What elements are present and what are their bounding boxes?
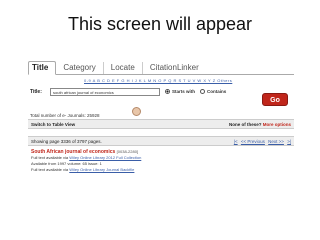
next-page-link[interactable]: Next >>	[268, 139, 284, 144]
wiley-full-collection-link[interactable]: Wiley Online Library 2012 Full Collectio…	[69, 155, 141, 160]
view-switch-bar: Switch to Table View None of these? More…	[28, 119, 294, 129]
first-page-link[interactable]: |<	[234, 139, 238, 144]
switch-table-view-link[interactable]: Switch to Table View	[31, 120, 75, 128]
cursor-hand-icon	[132, 107, 141, 116]
search-tabs: Title Category Locate CitationLinker	[28, 61, 294, 75]
tab-citationlinker[interactable]: CitationLinker	[143, 62, 206, 74]
paging-controls: |< << Previous Next >> >|	[232, 137, 291, 145]
last-page-link[interactable]: >|	[287, 139, 291, 144]
title-search-input[interactable]: south african journal of economics	[50, 87, 160, 96]
fulltext-prefix-1: Full text available via	[31, 155, 69, 160]
slide-heading: This screen will appear	[67, 14, 253, 34]
fulltext-prefix-2: Full text available via	[31, 167, 69, 172]
starts-with-radio[interactable]	[165, 89, 170, 94]
paging-status: Showing page 3336 of 3797 pages.	[31, 139, 102, 144]
starts-with-label: Starts with	[172, 89, 196, 94]
more-options-link[interactable]: More options	[263, 122, 291, 127]
alphabet-index[interactable]: 0-9 A B C D E F G H I J K L M N O P Q R …	[84, 78, 294, 83]
ejournal-panel: Title Category Locate CitationLinker 0-9…	[28, 61, 294, 233]
contains-label: Contains	[207, 89, 227, 94]
contains-radio[interactable]	[200, 89, 206, 94]
go-button[interactable]: Go	[262, 93, 288, 106]
wiley-backfile-link[interactable]: Wiley Online Library Journal Backfile	[69, 167, 134, 172]
more-options: None of these? More options	[229, 120, 291, 128]
result-item: South African journal of economics [0038…	[28, 149, 294, 173]
total-journals: Total number of e- Journals: 25928	[30, 113, 100, 118]
fulltext-line-2: Full text available via Wiley Online Lib…	[31, 167, 294, 173]
none-of-these-text: None of these?	[228, 122, 262, 127]
search-row: Title: south african journal of economic…	[28, 85, 294, 98]
title-label: Title:	[30, 88, 42, 95]
tab-locate[interactable]: Locate	[104, 62, 143, 74]
previous-page-link[interactable]: << Previous	[241, 139, 265, 144]
tab-category[interactable]: Category	[56, 62, 104, 74]
journal-issn: [0038-2280]	[116, 149, 139, 154]
paging-bar: Showing page 3336 of 3797 pages. |< << P…	[28, 136, 294, 146]
tab-title[interactable]: Title	[28, 61, 57, 75]
